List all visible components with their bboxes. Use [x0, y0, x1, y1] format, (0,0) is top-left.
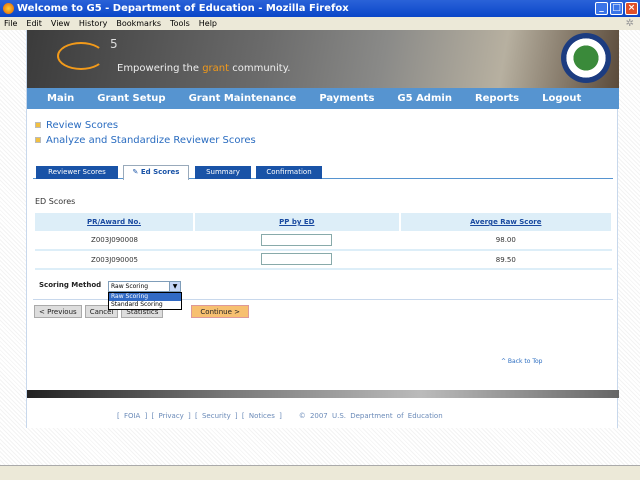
- section-title: ED Scores: [35, 197, 76, 206]
- status-bar: [0, 465, 640, 480]
- option-raw-scoring[interactable]: Raw Scoring: [109, 293, 181, 301]
- table-row: Z003J090008 98.00: [35, 231, 612, 251]
- menu-bookmarks[interactable]: Bookmarks: [116, 17, 161, 30]
- minimize-button[interactable]: _: [595, 2, 608, 15]
- average-score: 98.00: [399, 231, 612, 251]
- pp-by-ed-input[interactable]: [261, 233, 333, 246]
- tab-bar: Reviewer Scores ✎ Ed Scores Summary Conf…: [33, 165, 613, 180]
- tab-label: Ed Scores: [140, 168, 180, 176]
- nav-logout[interactable]: Logout: [542, 88, 581, 109]
- page: 5 Empowering the grant community. Main Gr…: [26, 30, 619, 428]
- firefox-icon: [3, 3, 14, 14]
- scoring-dropdown-list: Raw Scoring Standard Scoring: [108, 292, 182, 310]
- browser-viewport: 5 Empowering the grant community. Main Gr…: [0, 30, 640, 465]
- average-score: 89.50: [399, 250, 612, 270]
- scoring-method-label: Scoring Method: [39, 281, 102, 289]
- menu-bar: File Edit View History Bookmarks Tools Help ✲: [0, 17, 640, 30]
- menu-view[interactable]: View: [51, 17, 70, 30]
- tab-confirmation[interactable]: Confirmation: [256, 166, 322, 179]
- nav-reports[interactable]: Reports: [475, 88, 519, 109]
- table-row: Z003J090005 89.50: [35, 250, 612, 270]
- window-title-bar: Welcome to G5 - Department of Education …: [0, 0, 640, 17]
- menu-history[interactable]: History: [79, 17, 107, 30]
- chevron-down-icon[interactable]: ▼: [169, 282, 180, 291]
- g5-logo: [57, 42, 105, 70]
- tagline-a: Empowering the: [117, 63, 203, 74]
- scoring-method-select[interactable]: Raw Scoring ▼: [108, 281, 181, 292]
- option-standard-scoring[interactable]: Standard Scoring: [109, 301, 181, 309]
- award-number: Z003J090008: [35, 231, 195, 251]
- tagline: Empowering the grant community.: [117, 63, 290, 74]
- nav-g5-admin[interactable]: G5 Admin: [397, 88, 452, 109]
- tagline-b: grant: [202, 63, 230, 74]
- note-icon: ✎: [132, 168, 141, 176]
- footer-stripe: [27, 390, 619, 398]
- menu-tools[interactable]: Tools: [170, 17, 190, 30]
- link-review-scores[interactable]: Review Scores: [35, 120, 256, 131]
- menu-help[interactable]: Help: [199, 17, 217, 30]
- scores-table: PR/Award No. PP by ED Averge Raw Score Z00…: [35, 213, 614, 270]
- nav-grant-setup[interactable]: Grant Setup: [97, 88, 165, 109]
- window-title: Welcome to G5 - Department of Education …: [17, 3, 349, 14]
- tagline-c: community.: [229, 63, 291, 74]
- maximize-button[interactable]: □: [610, 2, 623, 15]
- link-analyze-scores[interactable]: Analyze and Standardize Reviewer Scores: [35, 135, 256, 146]
- nav-main[interactable]: Main: [47, 88, 74, 109]
- award-number: Z003J090005: [35, 250, 195, 270]
- main-nav: Main Grant Setup Grant Maintenance Payments…: [27, 88, 619, 109]
- selected-value: Raw Scoring: [111, 283, 149, 290]
- menu-edit[interactable]: Edit: [26, 17, 42, 30]
- previous-button[interactable]: < Previous: [34, 305, 82, 318]
- link-label: Review Scores: [46, 120, 119, 131]
- back-to-top-link[interactable]: ^ Back to Top: [501, 358, 542, 365]
- link-label: Analyze and Standardize Reviewer Scores: [46, 135, 256, 146]
- menu-file[interactable]: File: [4, 17, 17, 30]
- banner: 5 Empowering the grant community.: [27, 30, 619, 88]
- footer-links[interactable]: [ FOIA ] [ Privacy ] [ Security ] [ Noti…: [117, 412, 443, 420]
- bullet-icon: [35, 122, 41, 128]
- throbber-icon: ✲: [625, 18, 634, 29]
- nav-payments[interactable]: Payments: [319, 88, 374, 109]
- header-award[interactable]: PR/Award No.: [35, 213, 196, 231]
- close-button[interactable]: ×: [625, 2, 638, 15]
- department-seal-logo: [561, 33, 611, 83]
- tab-ed-scores[interactable]: ✎ Ed Scores: [123, 165, 189, 180]
- header-pp[interactable]: PP by ED: [194, 213, 401, 231]
- bullet-icon: [35, 137, 41, 143]
- header-score[interactable]: Averge Raw Score: [399, 213, 614, 231]
- pp-by-ed-input[interactable]: [261, 253, 333, 266]
- tab-reviewer-scores[interactable]: Reviewer Scores: [36, 166, 118, 179]
- continue-button[interactable]: Continue >: [191, 305, 249, 318]
- nav-grant-maintenance[interactable]: Grant Maintenance: [189, 88, 297, 109]
- logo-superscript: 5: [110, 37, 118, 51]
- tab-summary[interactable]: Summary: [195, 166, 251, 179]
